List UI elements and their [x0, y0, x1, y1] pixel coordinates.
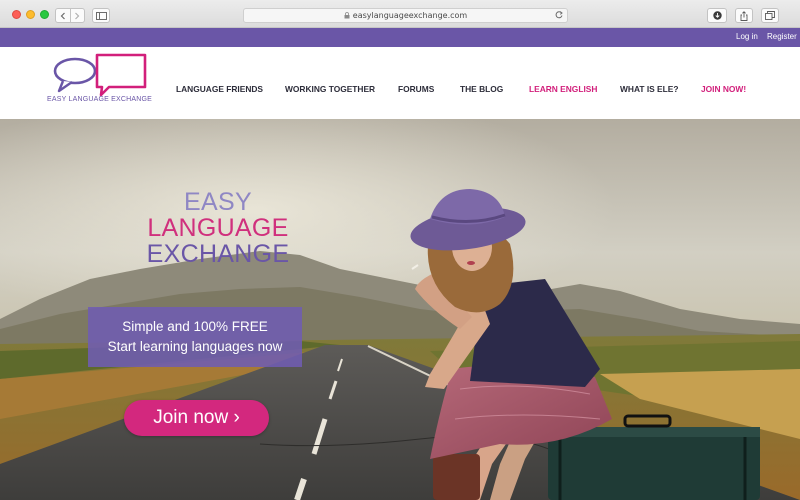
lock-icon: [344, 12, 350, 19]
hero-title-line-3: EXCHANGE: [146, 240, 290, 268]
zoom-window-button[interactable]: [40, 10, 49, 19]
nav-language-friends[interactable]: LANGUAGE FRIENDS: [176, 84, 263, 94]
login-link[interactable]: Log in: [736, 32, 758, 41]
nav-join-now[interactable]: JOIN NOW!: [701, 84, 746, 94]
browser-toolbar: easylanguageexchange.com: [0, 0, 800, 28]
tabs-icon: [765, 11, 775, 20]
tab-overview-button[interactable]: [761, 8, 779, 23]
hero-banner: EASY LANGUAGE EXCHANGE Simple and 100% F…: [0, 119, 800, 500]
back-icon: [60, 12, 65, 19]
close-window-button[interactable]: [12, 10, 21, 19]
forward-button[interactable]: [70, 9, 84, 22]
url-text: easylanguageexchange.com: [352, 11, 468, 20]
nav-working-together[interactable]: WORKING TOGETHER: [285, 84, 375, 94]
back-button[interactable]: [56, 9, 70, 22]
nav-what-is-ele[interactable]: WHAT IS ELE?: [620, 84, 678, 94]
register-link[interactable]: Register: [767, 32, 797, 41]
account-bar: Log in Register: [0, 28, 800, 47]
reload-icon[interactable]: [554, 10, 564, 20]
share-button[interactable]: [735, 8, 753, 23]
minimize-window-button[interactable]: [26, 10, 35, 19]
logo-text: EASY LANGUAGE EXCHANGE: [47, 96, 153, 103]
hero-title-line-2: LANGUAGE: [147, 214, 289, 242]
nav-learn-english[interactable]: LEARN ENGLISH: [529, 84, 597, 94]
download-icon: [712, 11, 722, 20]
promo-line-2: Start learning languages now: [107, 339, 283, 354]
nav-forums[interactable]: FORUMS: [398, 84, 434, 94]
hero-title-line-1: EASY: [184, 188, 252, 216]
promo-line-1: Simple and 100% FREE: [122, 319, 268, 334]
address-bar[interactable]: easylanguageexchange.com: [243, 8, 568, 23]
history-nav-group: [55, 8, 85, 23]
nav-the-blog[interactable]: THE BLOG: [460, 84, 503, 94]
sidebar-button[interactable]: [92, 8, 110, 23]
site-header: EASY LANGUAGE EXCHANGE LANGUAGE FRIENDS …: [0, 47, 800, 119]
downloads-button[interactable]: [707, 8, 727, 23]
promo-box: Simple and 100% FREE Start learning lang…: [88, 307, 302, 367]
sidebar-icon: [95, 11, 107, 20]
join-now-button[interactable]: Join now ›: [124, 400, 269, 436]
share-icon: [740, 10, 748, 21]
hero-title: EASY LANGUAGE EXCHANGE: [116, 189, 320, 267]
forward-icon: [75, 12, 80, 19]
